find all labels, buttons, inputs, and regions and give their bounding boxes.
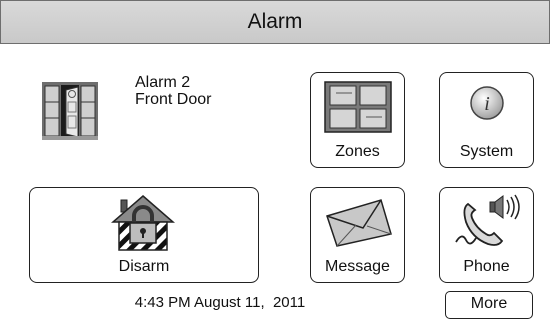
info-icon: i — [470, 86, 504, 120]
more-button[interactable]: More — [445, 291, 533, 319]
message-label: Message — [325, 258, 390, 275]
disarm-button[interactable]: Disarm — [29, 187, 259, 283]
phone-speaker-icon — [455, 194, 520, 246]
page-title: Alarm — [247, 10, 303, 33]
system-button[interactable]: i System — [439, 72, 534, 168]
envelope-icon — [326, 199, 392, 247]
alarm-info: Alarm 2 Front Door — [30, 70, 250, 150]
status-date: August 11, 2011 — [194, 294, 306, 311]
header-bar: Alarm — [0, 0, 550, 44]
open-door-icon — [42, 82, 98, 140]
alarm-text: Alarm 2 Front Door — [135, 74, 211, 108]
phone-button[interactable]: Phone — [439, 187, 534, 283]
message-button[interactable]: Message — [310, 187, 405, 283]
svg-text:i: i — [484, 93, 490, 115]
alarm-screen: Alarm Alarm 2 Front Door Zones i System … — [0, 0, 550, 319]
status-datetime: 4:43 PM August 11, 2011 — [0, 291, 440, 315]
zones-label: Zones — [335, 143, 380, 160]
house-padlock-icon — [111, 195, 175, 251]
zones-grid-icon — [324, 81, 392, 133]
status-time: 4:43 PM — [134, 294, 191, 311]
disarm-label: Disarm — [118, 258, 170, 275]
phone-label: Phone — [463, 258, 510, 275]
system-label: System — [459, 143, 514, 160]
alarm-name: Alarm 2 — [135, 74, 191, 91]
zones-button[interactable]: Zones — [310, 72, 405, 168]
alarm-location: Front Door — [135, 91, 212, 108]
